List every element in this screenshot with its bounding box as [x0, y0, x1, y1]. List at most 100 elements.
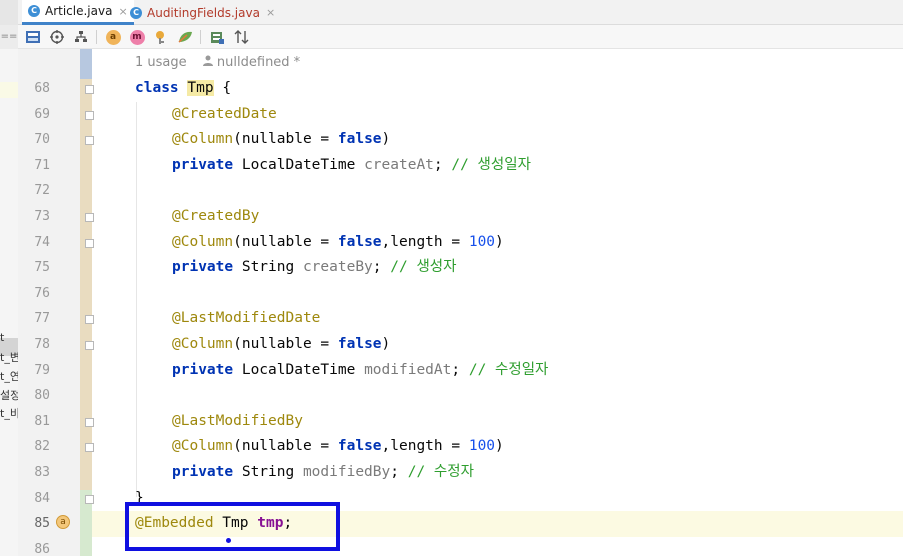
code-line-69[interactable]: @CreatedDate — [172, 102, 277, 128]
close-icon[interactable]: × — [266, 6, 275, 19]
tab-label: Article.java — [45, 4, 113, 18]
type-name: String — [233, 464, 303, 480]
code-vision-hint[interactable]: 1 usage nulldefined * — [135, 53, 300, 73]
line-number: 68 — [34, 81, 50, 96]
code-text: (nullable = — [233, 336, 338, 352]
code-text: ; — [433, 157, 443, 173]
method-badge-icon[interactable]: m — [128, 29, 146, 45]
fold-toggle[interactable] — [85, 495, 94, 504]
project-item-fragment[interactable]: t — [0, 331, 18, 344]
code-line-74[interactable]: @Column(nullable = false,length = 100) — [172, 230, 504, 256]
project-item-fragment[interactable]: 설정 — [0, 387, 18, 403]
line-number: 84 — [34, 491, 50, 506]
code-text: (nullable = — [233, 234, 338, 250]
badge-m: m — [129, 29, 145, 45]
dou-icon[interactable] — [24, 29, 42, 45]
property-icon[interactable] — [152, 29, 170, 45]
annotation-gutter-icon[interactable]: a — [56, 515, 70, 529]
annotation: @CreatedDate — [172, 106, 277, 122]
keyword: private — [172, 259, 234, 275]
keyword: false — [337, 234, 382, 250]
project-item-fragment[interactable]: t_변 — [0, 349, 18, 365]
project-item-fragment[interactable]: t_비 — [0, 405, 18, 421]
structure-toolbar: == a m — [0, 25, 903, 49]
annotation: @Column — [172, 234, 234, 250]
code-text: ; — [390, 464, 399, 480]
fold-toggle[interactable] — [85, 213, 94, 222]
annotation: @LastModifiedDate — [172, 310, 321, 326]
code-line-73[interactable]: @CreatedBy — [172, 204, 259, 230]
comment: // 생성자 — [381, 259, 457, 275]
annotation: @Column — [172, 131, 234, 147]
editor-tab-bar: C Article.java × C AuditingFields.java × — [0, 0, 903, 25]
number-literal: 100 — [468, 438, 496, 454]
sort-icon[interactable] — [232, 29, 252, 45]
code-text: ; — [372, 259, 382, 275]
fold-toggle[interactable] — [85, 111, 94, 120]
line-number: 86 — [34, 542, 50, 556]
keyword: private — [172, 464, 234, 480]
code-line-71[interactable]: private LocalDateTime createAt; // 생성일자 — [172, 153, 531, 179]
project-highlight — [0, 82, 18, 98]
tab-label: AuditingFields.java — [147, 5, 260, 20]
code-line-75[interactable]: private String createBy; // 생성자 — [172, 255, 456, 281]
comment: // 수정자 — [399, 464, 474, 480]
code-line-68[interactable]: class Tmp { — [135, 76, 231, 102]
line-number: 78 — [34, 337, 50, 352]
line-number: 75 — [34, 260, 50, 275]
annotation: @Column — [172, 438, 234, 454]
annotation-badge-icon[interactable]: a — [104, 29, 122, 45]
code-line-81[interactable]: @LastModifiedBy — [172, 409, 303, 435]
crosshair-icon[interactable] — [48, 29, 66, 45]
tab-auditingfields-java[interactable]: C AuditingFields.java × — [124, 0, 281, 25]
line-number: 70 — [34, 132, 50, 147]
indent-guide — [136, 102, 137, 497]
fold-toggle[interactable] — [85, 443, 94, 452]
author-name[interactable]: nulldefined * — [217, 55, 300, 70]
toolbar-separator — [200, 30, 201, 44]
field-name: modifiedAt — [364, 362, 452, 378]
keyword: false — [337, 336, 382, 352]
code-line-77[interactable]: @LastModifiedDate — [172, 306, 320, 332]
field-name: modifiedBy — [302, 464, 391, 480]
line-number: 71 — [34, 158, 50, 173]
code-line-78[interactable]: @Column(nullable = false) — [172, 332, 390, 358]
project-item-fragment[interactable]: t_연 — [0, 368, 18, 384]
code-text: ) — [495, 438, 504, 454]
highlight-dot — [226, 538, 231, 543]
type-name: LocalDateTime — [233, 362, 365, 378]
annotation: @CreatedBy — [172, 208, 260, 224]
hierarchy-icon[interactable] — [72, 29, 90, 45]
code-line-83[interactable]: private String modifiedBy; // 수정자 — [172, 460, 474, 486]
fold-toggle[interactable] — [85, 239, 94, 248]
vcs-change-marker — [80, 49, 92, 79]
toolbar-separator — [96, 30, 97, 44]
fold-toggle[interactable] — [85, 341, 94, 350]
leaf-icon[interactable] — [176, 29, 194, 45]
usage-count[interactable]: 1 usage — [135, 55, 187, 70]
fold-toggle[interactable] — [85, 315, 94, 324]
code-line-70[interactable]: @Column(nullable = false) — [172, 127, 390, 153]
fold-toggle[interactable] — [85, 136, 94, 145]
comment: // 생성일자 — [442, 157, 531, 173]
code-line-79[interactable]: private LocalDateTime modifiedAt; // 수정일… — [172, 358, 548, 384]
database-icon[interactable] — [208, 29, 226, 45]
highlight-box — [125, 502, 340, 551]
tab-article-java[interactable]: C Article.java × — [22, 0, 134, 25]
line-number: 83 — [34, 465, 50, 480]
badge-a: a — [105, 29, 121, 45]
keyword: private — [172, 362, 234, 378]
keyword: private — [172, 157, 234, 173]
code-text: ,length = — [381, 438, 469, 454]
class-name: Tmp — [187, 80, 214, 96]
annotation: @LastModifiedBy — [172, 413, 303, 429]
code-text: (nullable = — [233, 131, 338, 147]
type-name: String — [233, 259, 303, 275]
code-line-82[interactable]: @Column(nullable = false,length = 100) — [172, 434, 504, 460]
field-name: createAt — [364, 157, 434, 173]
fold-toggle[interactable] — [85, 418, 94, 427]
code-text: ) — [381, 131, 391, 147]
project-panel-edge: t t_변 t_연 설정 t_비 — [0, 49, 18, 556]
fold-toggle[interactable] — [85, 85, 94, 94]
line-number: 72 — [34, 183, 50, 198]
